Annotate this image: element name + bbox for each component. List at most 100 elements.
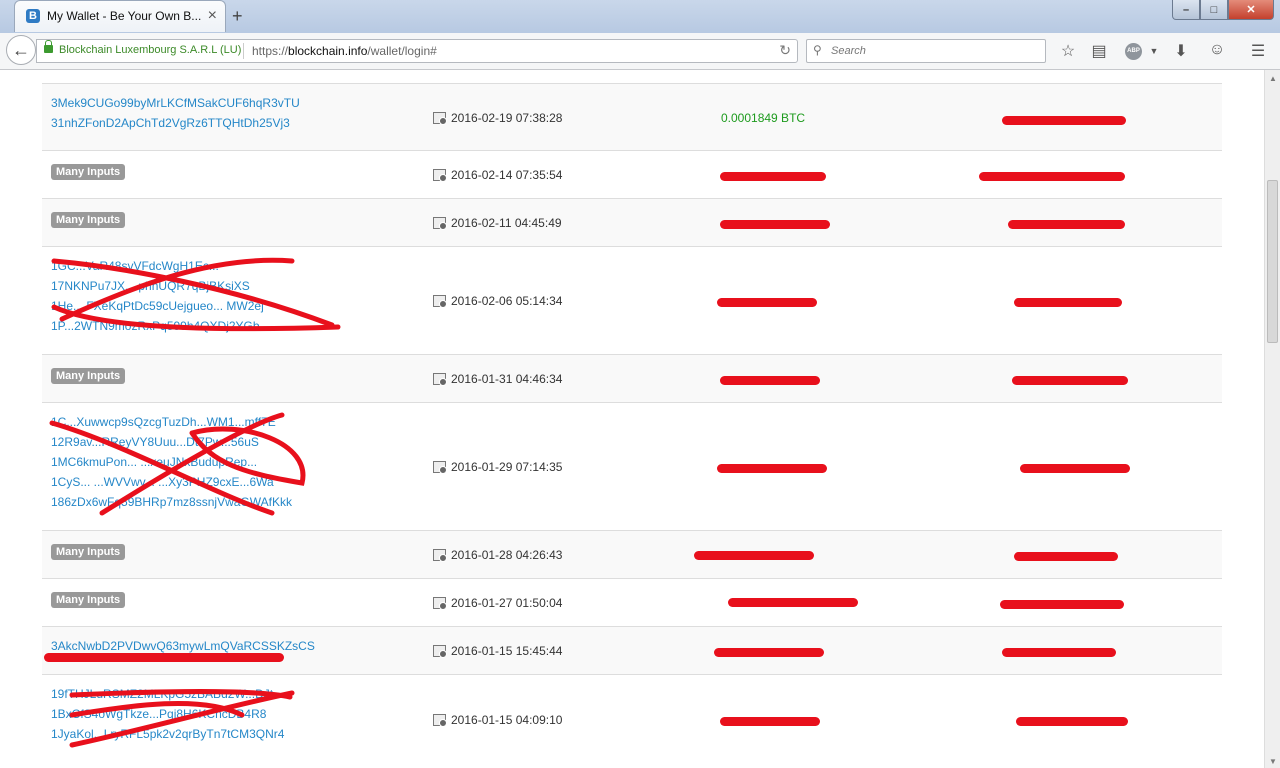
tab-close-icon[interactable]: × (208, 7, 217, 25)
transaction-row[interactable]: 19fTHJLuRSMZ2MLKpG5zBABd2W...DJt 1BxCfS4o… (42, 674, 1222, 764)
back-arrow-icon[interactable]: ← (6, 35, 36, 65)
many-inputs-badge: Many Inputs (51, 212, 126, 228)
transaction-date: 2016-02-14 07:35:54 (433, 168, 562, 182)
vertical-scrollbar[interactable]: ▲ ▼ (1264, 70, 1280, 768)
calendar-clock-icon (433, 373, 447, 386)
scrollbar-thumb[interactable] (1267, 180, 1278, 343)
transaction-row[interactable]: Many Inputs 2016-02-11 04:45:49 (42, 198, 1222, 246)
redaction-mark (1002, 116, 1126, 125)
calendar-clock-icon (433, 461, 447, 474)
redaction-scribble (51, 257, 341, 332)
maximize-icon[interactable]: □ (1200, 0, 1228, 20)
redaction-mark (717, 464, 827, 473)
redaction-mark (717, 298, 817, 307)
scroll-up-icon[interactable]: ▲ (1269, 74, 1277, 83)
search-input[interactable]: ⚲ Search (806, 39, 1046, 63)
redaction-mark (1016, 717, 1128, 726)
transaction-date: 2016-01-27 01:50:04 (433, 596, 562, 610)
transaction-date: 2016-01-15 15:45:44 (433, 644, 562, 658)
transaction-row[interactable]: Many Inputs 2016-01-28 04:26:43 (42, 530, 1222, 578)
date-text: 2016-02-19 07:38:28 (451, 111, 563, 125)
calendar-clock-icon (433, 714, 447, 727)
transaction-amount[interactable]: 0.0001849 BTC (721, 111, 805, 125)
calendar-clock-icon (433, 645, 447, 658)
window-close-icon[interactable]: ✕ (1228, 0, 1274, 20)
redaction-mark (44, 653, 284, 662)
many-inputs-badge: Many Inputs (51, 164, 126, 180)
redaction-mark (694, 551, 814, 560)
transaction-row[interactable]: 1GC...VaR48svVFdcWgH1Ec... 17NKNPu7JX... … (42, 246, 1222, 354)
search-icon: ⚲ (813, 43, 822, 57)
redaction-mark (720, 172, 826, 181)
transaction-date: 2016-01-29 07:14:35 (433, 460, 562, 474)
redaction-mark (1020, 464, 1130, 473)
chevron-down-icon[interactable]: ▼ (1144, 46, 1164, 56)
date-text: 2016-01-15 04:09:10 (451, 713, 563, 727)
transaction-date: 2016-02-11 04:45:49 (433, 216, 562, 230)
date-text: 2016-02-14 07:35:54 (451, 168, 563, 182)
redaction-mark (1014, 298, 1122, 307)
calendar-clock-icon (433, 217, 447, 230)
download-icon[interactable]: ⬇ (1171, 41, 1191, 61)
date-text: 2016-01-15 15:45:44 (451, 644, 563, 658)
redaction-mark (1012, 376, 1128, 385)
chat-icon[interactable]: ☺ (1207, 41, 1227, 59)
transaction-row[interactable]: Many Inputs 2016-01-27 01:50:04 (42, 578, 1222, 626)
minimize-icon[interactable]: – (1172, 0, 1200, 20)
blockchain-favicon-icon: B (26, 9, 40, 23)
redaction-mark (1008, 220, 1125, 229)
lock-icon (44, 40, 53, 53)
redaction-mark (1000, 600, 1124, 609)
transaction-row[interactable]: 3AkcNwbD2PVDwvQ63mywLmQVaRCSSKZsCS 2016-0… (42, 626, 1222, 674)
transaction-date: 2016-02-06 05:14:34 (433, 294, 562, 308)
date-text: 2016-02-06 05:14:34 (451, 294, 563, 308)
calendar-clock-icon (433, 597, 447, 610)
calendar-clock-icon (433, 169, 447, 182)
window-controls: – □ ✕ (1172, 0, 1274, 20)
transaction-date: 2016-01-31 04:46:34 (433, 372, 562, 386)
redaction-scribble (69, 689, 295, 748)
reload-icon[interactable]: ↻ (779, 42, 791, 59)
transaction-row[interactable]: Many Inputs 2016-02-14 07:35:54 (42, 150, 1222, 198)
calendar-clock-icon (433, 295, 447, 308)
redaction-mark (720, 220, 830, 229)
window-titlebar: B My Wallet - Be Your Own B... × + – □ ✕ (0, 0, 1280, 33)
url-text[interactable]: https://blockchain.info/wallet/login# (252, 44, 437, 58)
date-text: 2016-01-27 01:50:04 (451, 596, 563, 610)
many-inputs-badge: Many Inputs (51, 544, 126, 560)
adblock-plus-icon[interactable]: ABP (1125, 43, 1142, 60)
address-link[interactable]: 3Mek9CUGo99byMrLKCfMSakCUF6hqR3vTU (51, 93, 300, 113)
reading-list-icon[interactable]: ▤ (1089, 41, 1109, 61)
tab-title: My Wallet - Be Your Own B... (47, 9, 202, 23)
transaction-date: 2016-01-15 04:09:10 (433, 713, 562, 727)
redaction-mark (720, 376, 820, 385)
url-prefix: https:// (252, 44, 289, 58)
browser-tab[interactable]: B My Wallet - Be Your Own B... × (14, 0, 226, 32)
scroll-down-icon[interactable]: ▼ (1269, 757, 1277, 766)
date-text: 2016-01-31 04:46:34 (451, 372, 563, 386)
many-inputs-badge: Many Inputs (51, 592, 126, 608)
transaction-row[interactable]: 3Mek9CUGo99byMrLKCfMSakCUF6hqR3vTU 31nhZF… (42, 83, 1222, 150)
transaction-list: 3Mek9CUGo99byMrLKCfMSakCUF6hqR3vTU 31nhZF… (42, 83, 1222, 764)
date-text: 2016-01-28 04:26:43 (451, 548, 563, 562)
redaction-mark (720, 717, 820, 726)
wallet-page: 3Mek9CUGo99byMrLKCfMSakCUF6hqR3vTU 31nhZF… (0, 70, 1264, 768)
many-inputs-badge: Many Inputs (51, 368, 126, 384)
search-placeholder: Search (831, 45, 866, 57)
url-separator (243, 43, 244, 59)
site-identity[interactable]: Blockchain Luxembourg S.A.R.L (LU) (59, 44, 241, 56)
bookmark-star-icon[interactable]: ☆ (1058, 41, 1078, 61)
transaction-row[interactable]: Many Inputs 2016-01-31 04:46:34 (42, 354, 1222, 402)
transaction-date: 2016-01-28 04:26:43 (433, 548, 562, 562)
calendar-clock-icon (433, 549, 447, 562)
redaction-scribble (49, 412, 306, 516)
new-tab-icon[interactable]: + (232, 6, 243, 27)
redaction-mark (714, 648, 824, 657)
redaction-mark (1014, 552, 1118, 561)
navigation-toolbar: ← Blockchain Luxembourg S.A.R.L (LU) htt… (0, 33, 1280, 70)
transaction-row[interactable]: 1C...Xuwwcp9sQzcgTuzDh...WM1...mff7E 12R9… (42, 402, 1222, 530)
url-bar[interactable]: Blockchain Luxembourg S.A.R.L (LU) https… (36, 39, 798, 63)
menu-hamburger-icon[interactable]: ☰ (1248, 41, 1268, 61)
redaction-mark (1002, 648, 1116, 657)
address-link[interactable]: 31nhZFonD2ApChTd2VgRz6TTQHtDh25Vj3 (51, 113, 300, 133)
